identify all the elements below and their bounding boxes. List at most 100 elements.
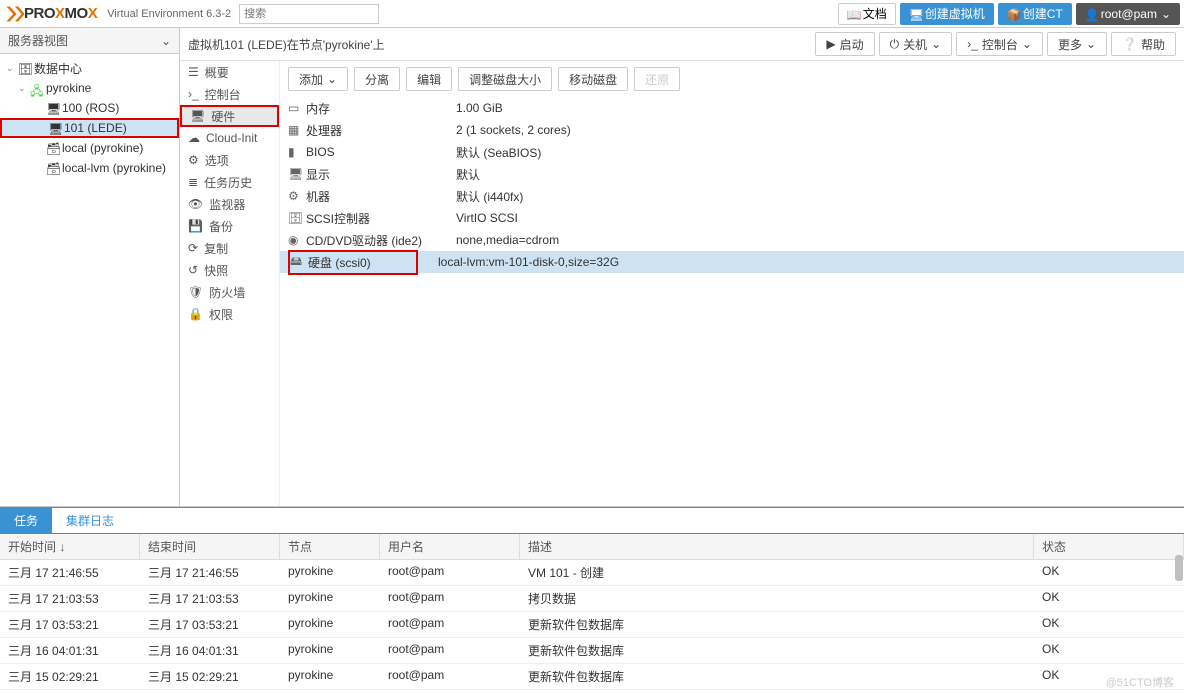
shutdown-label: 关机: [903, 36, 927, 53]
hw-bios[interactable]: ▮BIOS默认 (SeaBIOS): [280, 141, 1184, 163]
col-end[interactable]: 结束时间: [140, 534, 280, 559]
task-row[interactable]: 三月 17 21:03:53三月 17 21:03:53pyrokineroot…: [0, 586, 1184, 612]
tree-vm-100[interactable]: 🖥100 (ROS): [0, 98, 179, 118]
sm-replication[interactable]: ⟳复制: [180, 237, 279, 259]
breadcrumb: 虚拟机101 (LEDE)在节点'pyrokine'上: [188, 36, 385, 53]
logo-text: PROXMOX: [24, 5, 97, 22]
more-label: 更多: [1058, 36, 1082, 53]
search-input[interactable]: [239, 4, 379, 24]
sm-monitor[interactable]: 👁监视器: [180, 193, 279, 215]
chip-icon: ▮: [288, 145, 306, 159]
col-node[interactable]: 节点: [280, 534, 380, 559]
more-button[interactable]: 更多 ⌄: [1047, 32, 1107, 56]
sm-permissions[interactable]: 🔒权限: [180, 303, 279, 325]
move-button[interactable]: 移动磁盘: [558, 67, 628, 91]
monitor-icon: 🖥: [48, 122, 62, 134]
task-row[interactable]: 三月 15 02:29:21三月 15 02:29:21pyrokineroot…: [0, 664, 1184, 690]
resize-button[interactable]: 调整磁盘大小: [458, 67, 552, 91]
doc-label: 文档: [863, 5, 887, 22]
task-row[interactable]: 三月 16 04:01:31三月 16 04:01:31pyrokineroot…: [0, 638, 1184, 664]
tab-cluster[interactable]: 集群日志: [52, 508, 128, 533]
bottom-tabs: 任务 集群日志: [0, 507, 1184, 534]
chevron-down-icon: ⌄: [1161, 7, 1171, 21]
col-desc[interactable]: 描述: [520, 534, 1034, 559]
chevron-down-icon: ⌄: [1022, 37, 1032, 51]
hw-cdrom[interactable]: ◉CD/DVD驱动器 (ide2)none,media=cdrom: [280, 229, 1184, 251]
sm-taskhist[interactable]: ≣任务历史: [180, 171, 279, 193]
view-selector[interactable]: 服务器视图⌄: [0, 28, 179, 54]
task-header: 开始时间 ↓ 结束时间 节点 用户名 描述 状态: [0, 534, 1184, 560]
console-button[interactable]: ›_控制台 ⌄: [956, 32, 1043, 56]
help-button[interactable]: ❔ 帮助: [1111, 32, 1176, 56]
hw-disk[interactable]: 🖴硬盘 (scsi0)local-lvm:vm-101-disk-0,size=…: [280, 251, 1184, 273]
scrollbar-thumb[interactable]: [1175, 555, 1183, 581]
create-ct-label: 创建CT: [1023, 5, 1063, 22]
bottom-panel: 任务 集群日志 开始时间 ↓ 结束时间 节点 用户名 描述 状态 三月 17 2…: [0, 506, 1184, 690]
monitor-icon: 🖥: [909, 8, 921, 20]
add-button[interactable]: 添加 ⌄: [288, 67, 348, 91]
shutdown-button[interactable]: ⏻关机 ⌄: [879, 32, 953, 56]
hw-scsi[interactable]: 🗄SCSI控制器VirtIO SCSI: [280, 207, 1184, 229]
col-user[interactable]: 用户名: [380, 534, 520, 559]
hw-display[interactable]: 🖥显示默认: [280, 163, 1184, 185]
sm-firewall[interactable]: 🛡防火墙: [180, 281, 279, 303]
play-icon: ▶: [826, 37, 835, 51]
revert-button[interactable]: 还原: [634, 67, 680, 91]
monitor-icon: 🖥: [46, 102, 60, 114]
sm-snapshot[interactable]: ↺快照: [180, 259, 279, 281]
tree-datacenter[interactable]: ⌄🗄数据中心: [0, 58, 179, 78]
detach-button[interactable]: 分离: [354, 67, 400, 91]
help-label: 帮助: [1141, 36, 1165, 53]
hw-cpu[interactable]: ▦处理器2 (1 sockets, 2 cores): [280, 119, 1184, 141]
tree-storage-local[interactable]: 🗃local (pyrokine): [0, 138, 179, 158]
sm-hardware[interactable]: 🖥硬件: [180, 105, 279, 127]
sm-summary[interactable]: ☰概要: [180, 61, 279, 83]
hw-memory[interactable]: ▭内存1.00 GiB: [280, 97, 1184, 119]
user-button[interactable]: 👤root@pam ⌄: [1076, 3, 1180, 25]
tree-vm-101[interactable]: 🖥101 (LEDE): [0, 118, 179, 138]
doc-button[interactable]: 📖文档: [838, 3, 896, 25]
sync-icon: ⟳: [188, 241, 198, 255]
task-row[interactable]: 三月 17 21:46:55三月 17 21:46:55pyrokineroot…: [0, 560, 1184, 586]
create-ct-button[interactable]: 📦 创建CT: [998, 3, 1072, 25]
history-icon: ↺: [188, 263, 198, 277]
memory-icon: ▭: [288, 101, 306, 115]
terminal-icon: ›_: [188, 87, 199, 101]
tree: ⌄🗄数据中心 ⌄🖧pyrokine 🖥100 (ROS) 🖥101 (LEDE)…: [0, 54, 179, 506]
sm-backup[interactable]: 💾备份: [180, 215, 279, 237]
logo: PROXMOX: [0, 4, 101, 24]
cube-icon: 📦: [1007, 8, 1019, 20]
view-label: 服务器视图: [8, 32, 68, 49]
hardware-table: ▭内存1.00 GiB ▦处理器2 (1 sockets, 2 cores) ▮…: [280, 97, 1184, 506]
hardware-pane: 添加 ⌄ 分离 编辑 调整磁盘大小 移动磁盘 还原 ▭内存1.00 GiB ▦处…: [280, 61, 1184, 506]
edit-button[interactable]: 编辑: [406, 67, 452, 91]
gear-icon: ⚙: [288, 189, 306, 203]
start-button[interactable]: ▶启动: [815, 32, 874, 56]
col-start[interactable]: 开始时间 ↓: [0, 534, 140, 559]
col-status[interactable]: 状态: [1034, 534, 1184, 559]
sm-console[interactable]: ›_控制台: [180, 83, 279, 105]
user-icon: 👤: [1085, 8, 1097, 20]
lock-icon: 🔒: [188, 307, 203, 321]
create-vm-button[interactable]: 🖥创建虚拟机: [900, 3, 994, 25]
database-icon: 🗃: [46, 142, 60, 154]
monitor-icon: 🖥: [190, 109, 205, 123]
sm-options[interactable]: ⚙选项: [180, 149, 279, 171]
tab-tasks[interactable]: 任务: [0, 508, 52, 533]
chevron-down-icon: ⌄: [327, 72, 337, 86]
logo-icon: [4, 4, 24, 24]
help-icon: ❔: [1122, 37, 1137, 51]
list-icon: ≣: [188, 175, 198, 189]
tree-node-pyrokine[interactable]: ⌄🖧pyrokine: [0, 78, 179, 98]
vm101-label: 101 (LEDE): [64, 121, 127, 135]
hw-machine[interactable]: ⚙机器默认 (i440fx): [280, 185, 1184, 207]
tree-storage-localvm[interactable]: 🗃local-lvm (pyrokine): [0, 158, 179, 178]
task-rows: 三月 17 21:46:55三月 17 21:46:55pyrokineroot…: [0, 560, 1184, 690]
task-row[interactable]: 三月 17 03:53:21三月 17 03:53:21pyrokineroot…: [0, 612, 1184, 638]
dc-label: 数据中心: [34, 60, 82, 77]
sm-cloudinit[interactable]: ☁Cloud-Init: [180, 127, 279, 149]
list-icon: ☰: [188, 65, 199, 79]
eye-icon: 👁: [188, 197, 203, 211]
chevron-down-icon: ⌄: [931, 37, 941, 51]
sidemenu: ☰概要 ›_控制台 🖥硬件 ☁Cloud-Init ⚙选项 ≣任务历史 👁监视器…: [180, 61, 280, 506]
